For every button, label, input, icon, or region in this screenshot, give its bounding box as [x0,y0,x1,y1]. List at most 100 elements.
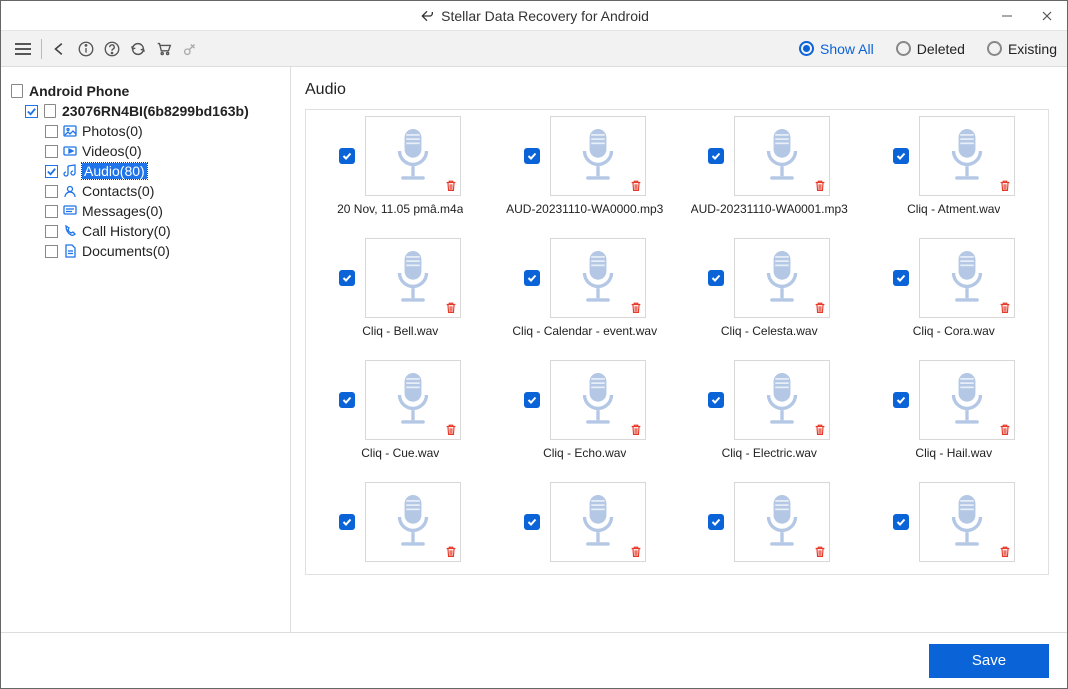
tree-device[interactable]: 23076RN4BI(6b8299bd163b) [9,101,282,121]
trash-icon[interactable] [813,423,827,437]
file-thumbnail[interactable] [365,116,461,196]
minimize-button[interactable] [987,1,1027,30]
file-thumbnail[interactable] [919,116,1015,196]
cart-icon[interactable] [152,37,176,61]
file-item[interactable]: AUD-20231110-WA0001.mp3 [677,116,862,216]
file-item[interactable] [308,482,493,568]
file-thumbnail[interactable] [919,360,1015,440]
file-thumbnail[interactable] [550,238,646,318]
item-checkbox[interactable] [339,514,355,530]
trash-icon[interactable] [813,545,827,559]
trash-icon[interactable] [629,179,643,193]
item-checkbox[interactable] [339,270,355,286]
checkbox-icon[interactable] [45,245,58,258]
checkbox-icon[interactable] [45,205,58,218]
item-checkbox[interactable] [708,514,724,530]
file-item[interactable]: 20 Nov, 11.05 pmâ.m4a [308,116,493,216]
file-thumbnail[interactable] [365,238,461,318]
item-checkbox[interactable] [708,148,724,164]
item-checkbox[interactable] [524,514,540,530]
file-item[interactable] [677,482,862,568]
file-item[interactable] [862,482,1047,568]
microphone-icon [571,490,625,554]
file-thumbnail[interactable] [550,360,646,440]
file-item[interactable]: Cliq - Echo.wav [493,360,678,460]
item-checkbox[interactable] [708,270,724,286]
file-thumbnail[interactable] [734,238,830,318]
filter-deleted[interactable]: Deleted [896,41,965,57]
file-item[interactable] [493,482,678,568]
trash-icon[interactable] [813,301,827,315]
item-checkbox[interactable] [893,514,909,530]
file-thumbnail[interactable] [550,482,646,562]
item-checkbox[interactable] [524,392,540,408]
microphone-icon [571,246,625,310]
checkbox-icon[interactable] [45,185,58,198]
tree-category-contacts[interactable]: Contacts(0) [9,181,282,201]
file-thumbnail[interactable] [734,360,830,440]
info-icon[interactable] [74,37,98,61]
file-item[interactable]: Cliq - Cora.wav [862,238,1047,338]
back-icon[interactable] [48,37,72,61]
help-icon[interactable] [100,37,124,61]
trash-icon[interactable] [998,423,1012,437]
tree-category-audio[interactable]: Audio(80) [9,161,282,181]
file-item[interactable]: Cliq - Celesta.wav [677,238,862,338]
trash-icon[interactable] [444,179,458,193]
item-checkbox[interactable] [524,270,540,286]
trash-icon[interactable] [444,545,458,559]
file-item[interactable]: AUD-20231110-WA0000.mp3 [493,116,678,216]
checkbox-icon[interactable] [45,165,58,178]
trash-icon[interactable] [629,301,643,315]
item-checkbox[interactable] [708,392,724,408]
trash-icon[interactable] [444,301,458,315]
item-checkbox[interactable] [893,270,909,286]
file-name: AUD-20231110-WA0000.mp3 [506,202,663,216]
refresh-icon[interactable] [126,37,150,61]
file-thumbnail[interactable] [734,482,830,562]
trash-icon[interactable] [998,301,1012,315]
trash-icon[interactable] [444,423,458,437]
file-thumbnail[interactable] [919,482,1015,562]
file-thumbnail[interactable] [734,116,830,196]
file-thumbnail[interactable] [550,116,646,196]
file-thumbnail[interactable] [919,238,1015,318]
checkbox-icon[interactable] [45,125,58,138]
file-item[interactable]: Cliq - Calendar - event.wav [493,238,678,338]
trash-icon[interactable] [998,179,1012,193]
filter-existing[interactable]: Existing [987,41,1057,57]
file-thumbnail[interactable] [365,360,461,440]
file-thumbnail[interactable] [365,482,461,562]
checkbox-icon[interactable] [45,145,58,158]
item-checkbox[interactable] [893,148,909,164]
trash-icon[interactable] [998,545,1012,559]
microphone-icon [386,368,440,432]
key-icon[interactable] [178,37,202,61]
item-checkbox[interactable] [339,392,355,408]
trash-icon[interactable] [629,545,643,559]
item-checkbox[interactable] [524,148,540,164]
tree-category-videos[interactable]: Videos(0) [9,141,282,161]
tree-category-photos[interactable]: Photos(0) [9,121,282,141]
file-item[interactable]: Cliq - Hail.wav [862,360,1047,460]
grid-scroll[interactable]: 20 Nov, 11.05 pmâ.m4a AUD-20231110-WA0000… [305,109,1057,622]
item-checkbox[interactable] [893,392,909,408]
save-button[interactable]: Save [929,644,1049,678]
close-button[interactable] [1027,1,1067,30]
file-item[interactable]: Cliq - Atment.wav [862,116,1047,216]
hamburger-menu-icon[interactable] [11,37,35,61]
trash-icon[interactable] [629,423,643,437]
file-item[interactable]: Cliq - Bell.wav [308,238,493,338]
tree-category-messages[interactable]: Messages(0) [9,201,282,221]
category-label: Messages(0) [82,203,163,219]
item-checkbox[interactable] [339,148,355,164]
tree-category-documents[interactable]: Documents(0) [9,241,282,261]
checkbox-icon[interactable] [25,105,38,118]
trash-icon[interactable] [813,179,827,193]
tree-category-callhistory[interactable]: Call History(0) [9,221,282,241]
checkbox-icon[interactable] [45,225,58,238]
tree-root[interactable]: Android Phone [9,81,282,101]
file-item[interactable]: Cliq - Cue.wav [308,360,493,460]
file-item[interactable]: Cliq - Electric.wav [677,360,862,460]
filter-show-all[interactable]: Show All [799,41,874,57]
